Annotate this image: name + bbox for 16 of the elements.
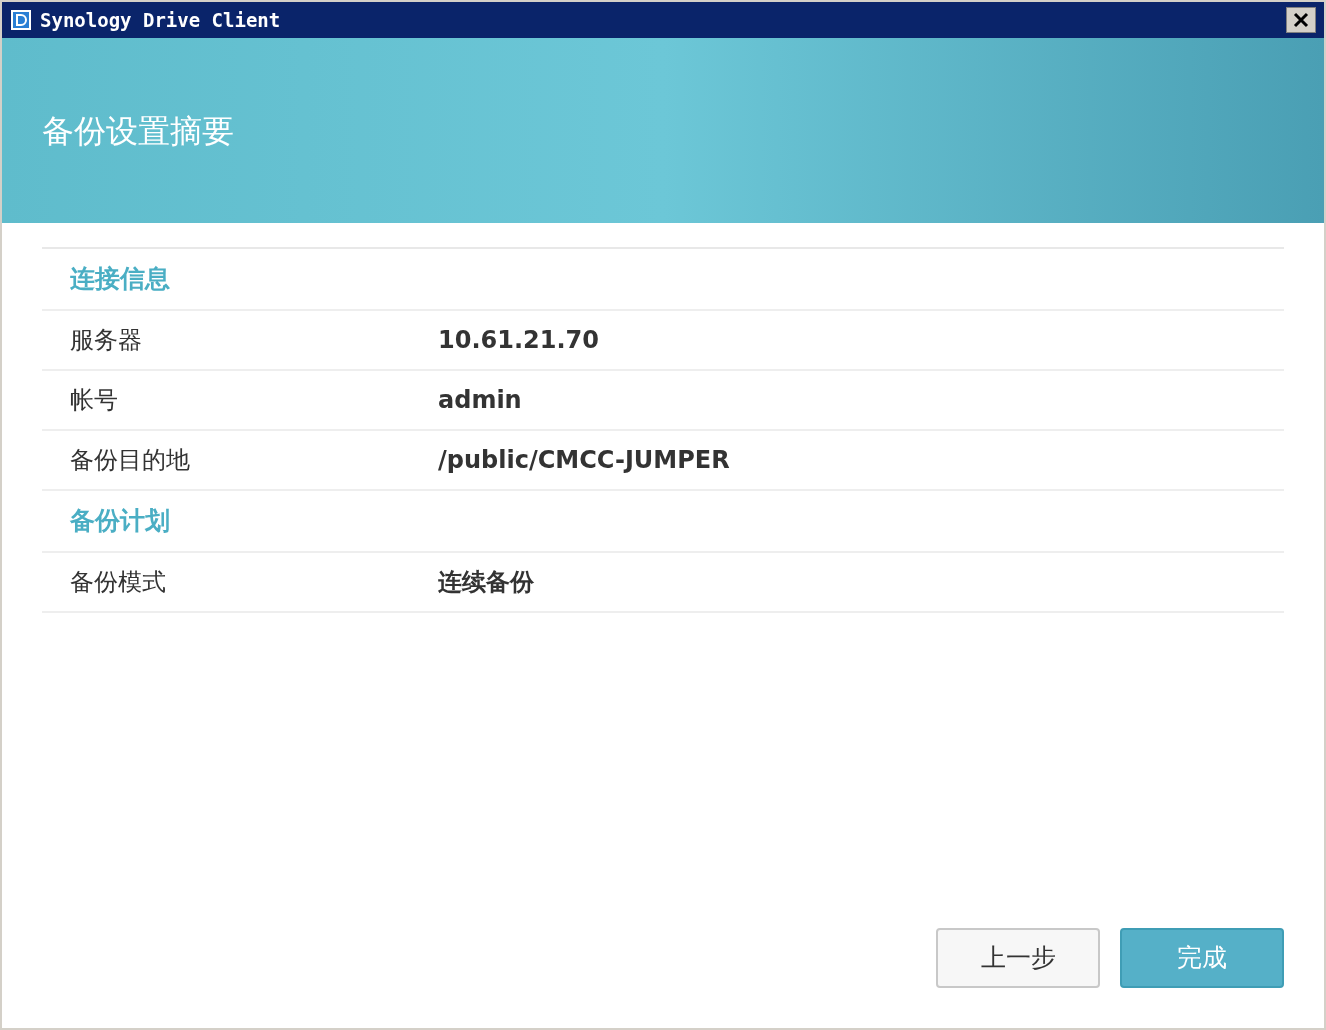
field-value: 10.61.21.70: [438, 325, 599, 356]
field-label: 备份模式: [70, 567, 167, 598]
close-button[interactable]: [1286, 7, 1316, 33]
close-icon: [1293, 12, 1309, 28]
field-value: /public/CMCC-JUMPER: [438, 445, 730, 476]
field-label: 服务器: [70, 325, 143, 356]
field-label: 备份目的地: [70, 445, 191, 476]
back-button[interactable]: 上一步: [936, 928, 1100, 988]
app-logo-icon: [10, 9, 32, 31]
field-label: 帐号: [70, 385, 119, 416]
header-title: 备份设置摘要: [42, 110, 234, 152]
section-title: 备份计划: [70, 505, 170, 538]
field-value: 连续备份: [438, 567, 534, 598]
window-title: Synology Drive Client: [40, 7, 281, 33]
section-title: 连接信息: [70, 263, 170, 296]
field-value: admin: [438, 385, 522, 416]
